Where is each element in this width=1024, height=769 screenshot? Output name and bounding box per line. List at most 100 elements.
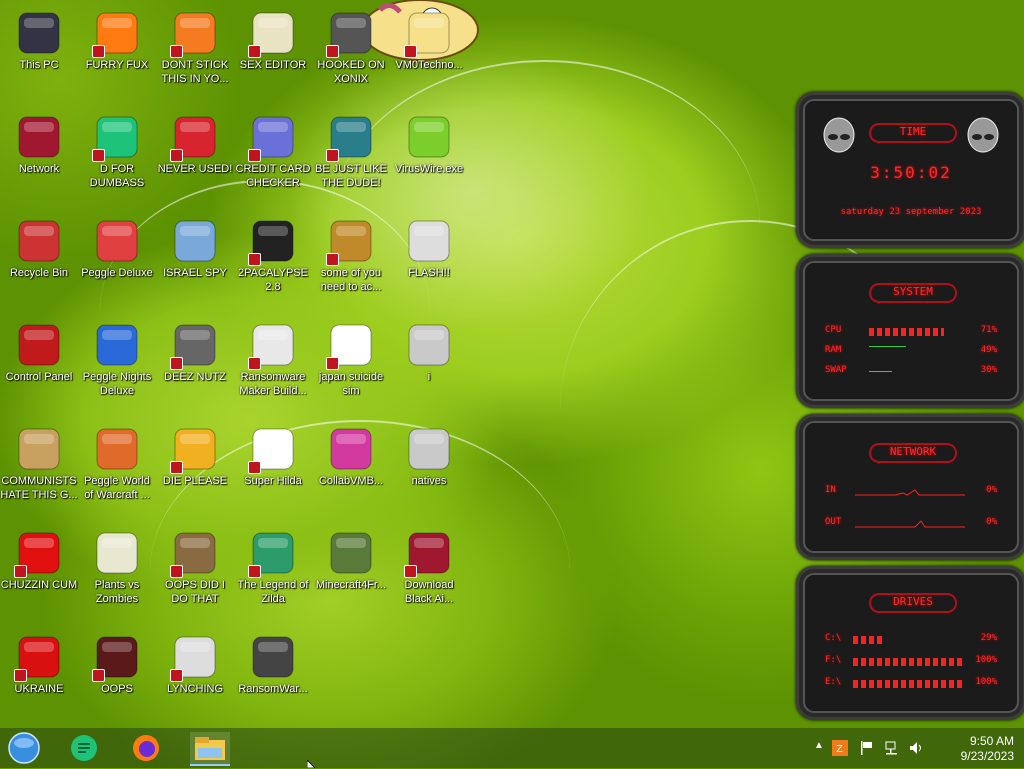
network-tray-icon[interactable] [884,740,900,756]
network-gadget[interactable]: NETWORK IN 0% OUT 0% [796,414,1024,560]
skull-icon [250,634,296,680]
taskbar-chat-app[interactable] [68,732,100,764]
desktop-icon[interactable]: CollabVMB... [312,418,390,514]
flag-icon[interactable] [860,740,874,756]
shortcut-badge [170,461,183,474]
cartoon-icon [404,10,452,58]
firefox-icon [133,735,159,761]
desktop-icon[interactable]: Ransomware Maker Build... [234,314,312,410]
desktop-icon[interactable]: ISRAEL SPY [156,210,234,306]
desktop-icon[interactable]: Peggle World of Warcraft ... [78,418,156,514]
alien-head-icon [823,117,855,153]
desktop-icon[interactable]: FLASH!! [390,210,468,306]
rope-icon [170,634,218,682]
system-row-label: RAM [825,345,842,355]
shortcut-badge [248,253,261,266]
taskbar-file-explorer[interactable] [190,732,230,766]
desktop-icon-label: i [427,371,431,383]
system-row: SWAP 30% [825,365,997,379]
drive-usage-bar [853,658,963,666]
desktop-icon[interactable]: Super Hilda [234,418,312,514]
time-title: TIME [869,123,957,143]
time-gadget[interactable]: TIME 3:50:02 saturday 23 september 2023 [796,92,1024,248]
desktop-icon[interactable]: OOPS DID I DO THAT [156,522,234,618]
shortcut-badge [170,45,183,58]
desktop-icon-label: FLASH!! [408,267,450,279]
desktop-icon-label: OOPS [101,683,133,695]
desktop-icon-label: Ransomware Maker Build... [239,371,307,397]
plant-icon [94,530,140,576]
desktop-icon[interactable]: LYNCHING [156,626,234,722]
desktop-icon[interactable]: natives [390,418,468,514]
desktop-icon[interactable]: i [390,314,468,410]
desktop-icon[interactable]: japan suicide sim [312,314,390,410]
desktop-icon[interactable]: DIE PLEASE [156,418,234,514]
tray-clock[interactable]: 9:50 AM 9/23/2023 [961,734,1014,764]
desktop-icon-label: ISRAEL SPY [163,267,227,279]
desktop-icon-label: HOOKED ON XONIX [317,59,385,85]
start-button[interactable] [8,732,40,764]
system-row: RAM 49% [825,345,997,359]
desktop-icon[interactable]: The Legend of Zilda [234,522,312,618]
shortcut-badge [248,565,261,578]
mouse-cursor-icon [307,760,316,768]
shortcut-badge [92,669,105,682]
desktop-icon-label: OOPS DID I DO THAT [165,579,225,605]
desktop-icon[interactable]: This PC [0,2,78,98]
desktop-icon[interactable]: BE JUST LIKE THE DUDE! [312,106,390,202]
desktop-icon[interactable]: COMMUNISTS HATE THIS G... [0,418,78,514]
desktop-icon[interactable]: NEVER USED! [156,106,234,202]
desktop-icon[interactable]: Peggle Nights Deluxe [78,314,156,410]
computer-icon [16,10,62,56]
desktop-icon[interactable]: RansomWar... [234,626,312,722]
desktop-icon[interactable]: UKRAINE [0,626,78,722]
desktop-icon[interactable]: Network [0,106,78,202]
peggle-nights-icon [94,322,140,368]
net-out-row: OUT 0% [825,517,997,531]
desktop-icon[interactable]: Recycle Bin [0,210,78,306]
desktop-icon[interactable]: CHUZZIN CUM [0,522,78,618]
desktop-icon-label: japan suicide sim [318,371,384,397]
desktop-icon[interactable]: Plants vs Zombies [78,522,156,618]
desktop-icon-label: Peggle Nights Deluxe [82,371,152,397]
desktop-icon[interactable]: VirusWire.exe [390,106,468,202]
folder-icon [195,737,225,760]
desktop-icon[interactable]: CREDIT CARD CHECKER [234,106,312,202]
system-gadget[interactable]: SYSTEM CPU 71% RAM 49% SWAP 30% [796,254,1024,408]
desktop-icon[interactable]: Minecraft4Fr... [312,522,390,618]
desktop-icon-label: CHUZZIN CUM [0,579,78,591]
desktop-icon-label: VirusWire.exe [394,163,464,175]
show-hidden-icons[interactable]: ▲ [814,740,824,751]
desktop-icon[interactable]: D FOR DUMBASS [78,106,156,202]
tray-time: 9:50 AM [969,734,1014,748]
shortcut-badge [92,45,105,58]
desktop-icon[interactable]: HOOKED ON XONIX [312,2,390,98]
desktop-icon[interactable]: Control Panel [0,314,78,410]
drives-gadget[interactable]: DRIVES C:\ 29% F:\ 100% E:\ 100% [796,566,1024,720]
desktop-icon[interactable]: SEX EDITOR [234,2,312,98]
shortcut-badge [248,357,261,370]
chat-icon [92,114,140,162]
file-icon [406,426,452,472]
shortcut-badge [326,253,339,266]
terminal-icon [248,218,296,266]
shortcut-badge [248,45,261,58]
volume-icon[interactable] [908,740,924,756]
desktop-icon[interactable]: DEEZ NUTZ [156,314,234,410]
desktop-icon[interactable]: VM0Techno... [390,2,468,98]
desktop-icon[interactable]: FURRY FUX [78,2,156,98]
desktop-icon-label: BE JUST LIKE THE DUDE! [315,163,387,189]
desktop-icon[interactable]: Download Black Ai... [390,522,468,618]
desktop-icon[interactable]: Peggle Deluxe [78,210,156,306]
desktop-icon[interactable]: 2PACALYPSE 2.8 [234,210,312,306]
japan-sim-icon [326,322,374,370]
desktop-icon[interactable]: DONT STICK THIS IN YO... [156,2,234,98]
shortcut-badge [170,149,183,162]
desktop-icon-label: COMMUNISTS HATE THIS G... [0,475,78,501]
desktop-icon-label: Network [18,163,60,175]
desktop-icon[interactable]: some of you need to ac... [312,210,390,306]
tray-app-icon[interactable]: Z [832,740,848,756]
taskbar-firefox[interactable] [130,732,162,764]
drive-value: 100% [975,677,997,687]
desktop-icon[interactable]: OOPS [78,626,156,722]
